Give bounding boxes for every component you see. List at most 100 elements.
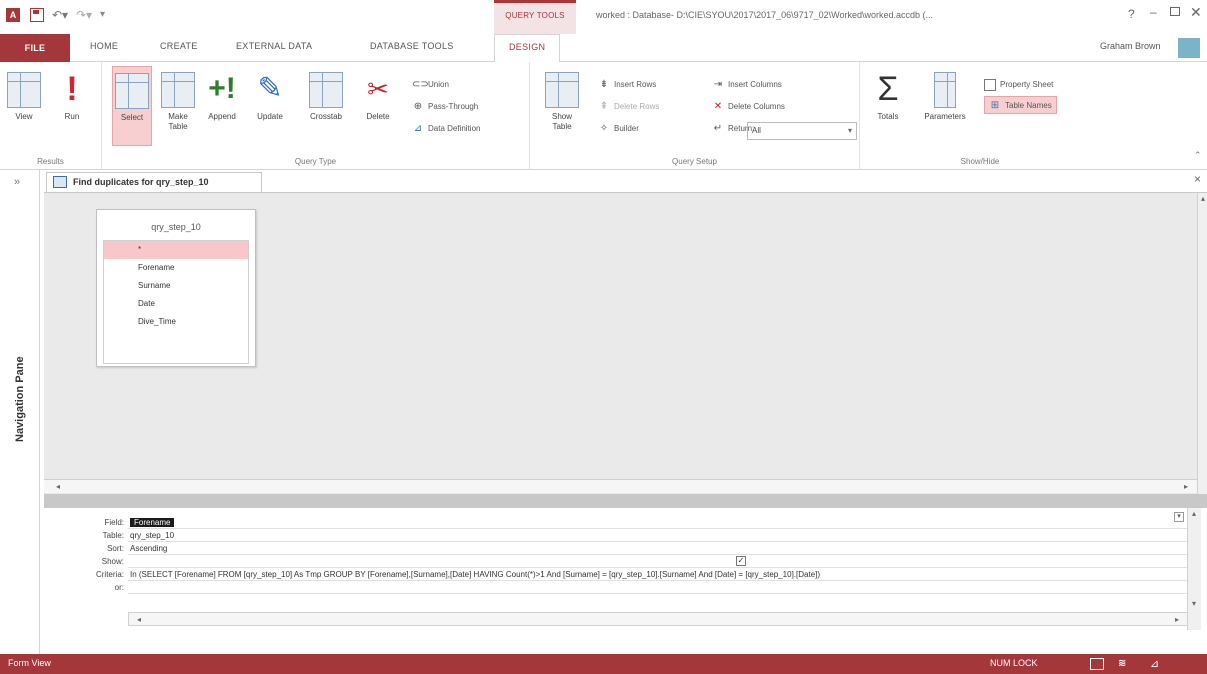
field-item-forename[interactable]: Forename [104, 259, 248, 277]
union-button[interactable]: ⊂⊃Union [412, 76, 449, 94]
scroll-right-icon[interactable]: ▸ [1180, 481, 1192, 493]
field-item-date[interactable]: Date [104, 295, 248, 313]
tab-home[interactable]: HOME [90, 41, 118, 51]
field-item-all[interactable]: * [104, 241, 248, 259]
navigation-pane[interactable]: » Navigation Pane [0, 170, 40, 654]
status-bar: Form View NUM LOCK ≋ ⊿ [0, 654, 1207, 674]
field-cell-value: Forename [130, 518, 175, 527]
grid-vertical-scrollbar[interactable]: ▴ ▾ [1187, 508, 1201, 630]
select-query-button[interactable]: Select [112, 66, 152, 146]
show-cell[interactable]: ✓ [128, 555, 1188, 568]
user-name[interactable]: Graham Brown [1100, 41, 1161, 51]
close-window-icon[interactable]: ✕ [1190, 4, 1202, 21]
scroll-left-icon[interactable]: ◂ [52, 481, 64, 493]
tab-database-tools[interactable]: DATABASE TOOLS [370, 41, 454, 51]
sort-cell[interactable]: Ascending [128, 542, 1188, 555]
design-vertical-scrollbar[interactable]: ▴ [1197, 193, 1207, 495]
ribbon-tabs: FILE HOME CREATE EXTERNAL DATA DATABASE … [0, 34, 1207, 63]
tab-create[interactable]: CREATE [160, 41, 198, 51]
table-cell[interactable]: qry_step_10 [128, 529, 1188, 542]
crosstab-button[interactable]: Crosstab [302, 66, 350, 146]
access-app-icon[interactable]: A [6, 8, 20, 22]
field-dropdown-icon[interactable]: ▾ [1174, 512, 1184, 522]
totals-button[interactable]: Σ Totals [868, 66, 908, 146]
document-tab[interactable]: Find duplicates for qry_step_10 [46, 172, 262, 192]
collapse-ribbon-icon[interactable]: ⌃ [1194, 150, 1202, 161]
grid-scroll-right-icon[interactable]: ▸ [1171, 614, 1183, 626]
close-document-icon[interactable]: × [1194, 172, 1201, 186]
avatar[interactable] [1178, 38, 1200, 58]
show-table-button[interactable]: Show Table [542, 66, 582, 146]
parameters-label: Parameters [924, 112, 966, 121]
insert-columns-button[interactable]: ⇥ Insert Columns [712, 76, 782, 94]
criteria-cell[interactable]: In (SELECT [Forename] FROM [qry_step_10]… [128, 568, 1188, 581]
return-select[interactable]: All [747, 122, 857, 140]
show-hide-group-label: Show/Hide [960, 157, 1000, 166]
window-title: worked : Database- D:\CIE\SYOU\2017\2017… [596, 10, 934, 20]
datasheet-view-icon[interactable] [1090, 658, 1104, 670]
delete-columns-icon: ✕ [713, 100, 723, 112]
query-design-area[interactable]: qry_step_10 * Forename Surname Date Dive… [44, 192, 1207, 495]
show-checkbox[interactable]: ✓ [736, 556, 746, 566]
field-item-dive-time[interactable]: Dive_Time [104, 313, 248, 331]
view-label: View [15, 112, 33, 121]
field-cell[interactable]: Forename [128, 516, 1188, 529]
status-text: Form View [8, 658, 51, 668]
design-view-icon[interactable]: ⊿ [1150, 658, 1164, 670]
expand-pane-icon[interactable]: » [14, 176, 20, 188]
save-icon[interactable] [30, 8, 44, 22]
redo-icon[interactable]: ↷▾ [76, 8, 92, 22]
maximize-icon[interactable] [1170, 7, 1180, 16]
delete-query-icon: ✂ [367, 74, 389, 104]
grid-horizontal-scrollbar[interactable]: ◂ ▸ [128, 612, 1188, 626]
design-horizontal-scrollbar[interactable]: ◂ ▸ [44, 479, 1197, 493]
delete-columns-button[interactable]: ✕ Delete Columns [712, 98, 785, 116]
run-icon: ! [66, 70, 78, 108]
delete-rows-button[interactable]: ⇞ Delete Rows [598, 98, 660, 116]
field-list-window[interactable]: qry_step_10 * Forename Surname Date Dive… [96, 209, 256, 367]
delete-rows-label: Delete Rows [614, 102, 660, 111]
help-icon[interactable]: ? [1128, 7, 1135, 21]
run-label: Run [64, 112, 80, 121]
property-sheet-icon [984, 78, 996, 91]
show-hide-group: Σ Totals Parameters Property Sheet ⊞ Tabl… [860, 62, 1100, 170]
append-button[interactable]: +! Append [202, 66, 242, 146]
pane-splitter[interactable] [44, 494, 1207, 508]
minimize-icon[interactable]: – [1150, 5, 1157, 19]
or-cell[interactable] [128, 581, 1188, 594]
select-label: Select [120, 113, 144, 122]
query-setup-group-label: Query Setup [672, 157, 717, 166]
data-definition-button[interactable]: ⊿ Data Definition [412, 120, 481, 138]
parameters-button[interactable]: Parameters [916, 66, 974, 146]
view-button[interactable]: View [4, 66, 44, 146]
pass-through-button[interactable]: ⊕ Pass-Through [412, 98, 478, 116]
customize-quick-access-icon[interactable]: ▾ [100, 8, 114, 22]
field-item-surname[interactable]: Surname [104, 277, 248, 295]
update-button[interactable]: ✎ Update [250, 66, 290, 146]
property-sheet-label: Property Sheet [1000, 80, 1054, 89]
grid-scroll-left-icon[interactable]: ◂ [133, 614, 145, 626]
tab-file[interactable]: FILE [0, 34, 70, 62]
show-table-label-1: Show [551, 112, 572, 121]
append-icon: +! [208, 72, 236, 105]
tab-design[interactable]: DESIGN [494, 34, 561, 63]
tab-external-data[interactable]: EXTERNAL DATA [236, 41, 312, 51]
make-table-label-2: Table [168, 122, 188, 131]
grid-scroll-up-icon[interactable]: ▴ [1188, 508, 1200, 520]
navigation-pane-label[interactable]: Navigation Pane [14, 356, 26, 442]
undo-icon[interactable]: ↶▾ [52, 8, 68, 22]
scroll-up-icon[interactable]: ▴ [1197, 193, 1207, 205]
grid-scroll-down-icon[interactable]: ▾ [1188, 598, 1200, 610]
insert-rows-button[interactable]: ⇟ Insert Rows [598, 76, 656, 94]
table-names-button[interactable]: ⊞ Table Names [984, 96, 1057, 114]
delete-rows-icon: ⇞ [599, 100, 609, 112]
show-table-icon [545, 72, 579, 108]
delete-label: Delete [366, 112, 390, 121]
insert-columns-label: Insert Columns [728, 80, 782, 89]
delete-query-button[interactable]: ✂ Delete [358, 66, 398, 146]
builder-button[interactable]: ✧ Builder [598, 120, 639, 138]
sql-view-icon[interactable]: ≋ [1118, 658, 1132, 670]
property-sheet-button[interactable]: Property Sheet [984, 76, 1053, 94]
make-table-button[interactable]: Make Table [158, 66, 198, 146]
run-button[interactable]: ! Run [52, 66, 92, 146]
